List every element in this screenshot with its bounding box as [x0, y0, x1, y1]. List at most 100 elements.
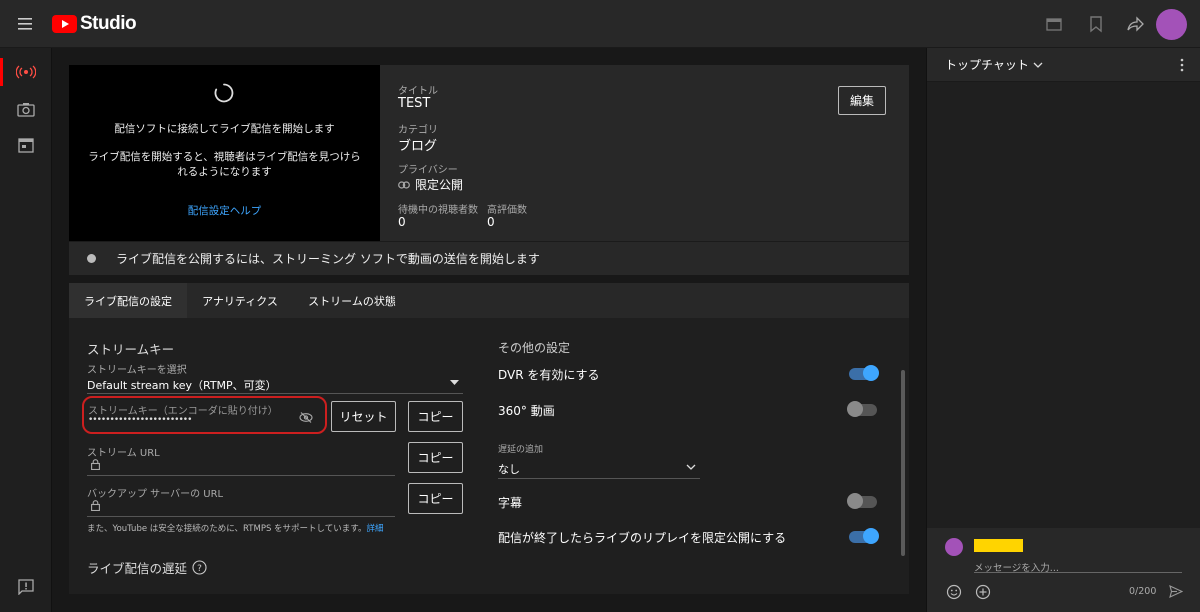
lock-icon: [91, 500, 100, 511]
chat-header: トップチャット: [927, 48, 1200, 82]
connect-text: 配信ソフトに接続してライブ配信を開始します: [114, 123, 335, 135]
lock-icon: [91, 459, 100, 470]
chat-compose: メッセージを入力... 0/200: [927, 528, 1200, 612]
stream-key-select[interactable]: Default stream key（RTMP、可変）: [87, 374, 463, 394]
divider: [87, 393, 463, 394]
tab-bar: ライブ配信の設定 アナリティクス ストリームの状態: [69, 283, 909, 318]
info-line-1: ライブ配信を開始すると、視聴者はライブ配信を見つけら: [88, 151, 361, 163]
app-name: Studio: [80, 13, 137, 34]
send-icon[interactable]: [1169, 585, 1183, 598]
stream-preview: 配信ソフトに接続してライブ配信を開始します ライブ配信を開始すると、視聴者はライ…: [69, 65, 380, 241]
stream-key-field-value: ••••••••••••••••••••••••: [88, 415, 192, 425]
status-text: ライブ配信を公開するには、ストリーミング ソフトで動画の送信を開始します: [116, 252, 540, 266]
help-icon[interactable]: ?: [192, 560, 207, 575]
replay-label: 配信が終了したらライブのリプレイを限定公開にする: [498, 531, 787, 545]
live-broadcast-icon: [16, 65, 36, 79]
chat-mode-label: トップチャット: [945, 58, 1029, 72]
toggle-knob: [847, 493, 863, 509]
delay-select[interactable]: なし: [498, 458, 700, 476]
studio-logo[interactable]: Studio: [52, 12, 137, 36]
video360-toggle[interactable]: [847, 401, 877, 417]
top-bar: Studio: [0, 0, 1200, 48]
share-icon[interactable]: [1127, 15, 1145, 33]
dvr-toggle[interactable]: [849, 365, 879, 381]
rtmps-note: また、YouTube は安全な接続のために、RTMPS をサポートしています。詳…: [87, 522, 383, 534]
captions-toggle[interactable]: [847, 493, 877, 509]
tab-label: ライブ配信の設定: [84, 294, 172, 308]
divider: [498, 478, 700, 479]
copy-backup-url-button[interactable]: コピー: [408, 483, 463, 514]
avatar[interactable]: [1156, 9, 1187, 40]
help-link[interactable]: 配信設定ヘルプ: [69, 203, 380, 218]
feedback-icon[interactable]: [18, 579, 34, 596]
backup-url-label: バックアップ サーバーの URL: [87, 489, 224, 500]
chat-input[interactable]: メッセージを入力...: [974, 556, 1182, 574]
add-icon[interactable]: [975, 584, 991, 600]
tab-label: ストリームの状態: [308, 294, 396, 308]
category-value: ブログ: [398, 139, 438, 154]
privacy-label: プライバシー: [398, 165, 458, 176]
likes-value: 0: [487, 215, 495, 229]
chat-mode-selector[interactable]: トップチャット: [945, 56, 1043, 73]
status-dot-icon: [87, 254, 96, 263]
stream-url-label: ストリーム URL: [87, 448, 160, 459]
toggle-knob: [863, 365, 879, 381]
tab-stream-health[interactable]: ストリームの状態: [293, 283, 411, 318]
scrollbar-thumb[interactable]: [901, 370, 905, 556]
title-value: TEST: [398, 96, 431, 111]
divider: [87, 516, 395, 517]
emoji-icon[interactable]: [946, 584, 962, 600]
stream-key-field[interactable]: ストリームキー（エンコーダに貼り付け） ••••••••••••••••••••…: [82, 396, 327, 434]
loading-spinner-icon: [214, 83, 234, 103]
active-indicator: [0, 58, 3, 86]
rtmps-more-link[interactable]: 詳細: [366, 524, 383, 534]
tab-analytics[interactable]: アナリティクス: [187, 283, 293, 318]
video360-label: 360° 動画: [498, 404, 555, 418]
toggle-knob: [847, 401, 863, 417]
bookmark-icon[interactable]: [1089, 15, 1103, 33]
waiting-viewers-value: 0: [398, 215, 406, 229]
edit-button[interactable]: 編集: [838, 86, 886, 115]
left-nav: [0, 48, 52, 612]
latency-title-row: ライブ配信の遅延 ?: [87, 558, 207, 577]
privacy-row: 限定公開: [398, 176, 463, 193]
replay-toggle[interactable]: [849, 528, 879, 544]
chat-avatar: [945, 538, 963, 556]
stream-key-select-value: Default stream key（RTMP、可変）: [87, 379, 277, 392]
likes-label: 高評価数: [487, 205, 527, 216]
delay-label: 遅延の追加: [498, 445, 544, 455]
link-icon: [398, 180, 410, 189]
title-label: タイトル: [398, 86, 438, 97]
chat-input-placeholder: メッセージを入力...: [974, 563, 1059, 574]
copy-stream-url-button[interactable]: コピー: [408, 442, 463, 473]
nav-live-item[interactable]: [0, 58, 52, 86]
stream-overview-card: 配信ソフトに接続してライブ配信を開始します ライブ配信を開始すると、視聴者はライ…: [69, 65, 909, 275]
redacted-username: [974, 539, 1023, 552]
dvr-label: DVR を有効にする: [498, 368, 600, 382]
visibility-off-icon[interactable]: [299, 412, 313, 423]
more-vert-icon[interactable]: [1180, 58, 1184, 72]
stream-key-title: ストリームキー: [87, 342, 175, 357]
chevron-down-icon: [686, 464, 696, 470]
tab-stream-settings[interactable]: ライブ配信の設定: [69, 283, 187, 318]
settings-panel: ストリームキー ストリームキーを選択 Default stream key（RT…: [69, 318, 909, 594]
privacy-value: 限定公開: [415, 178, 464, 192]
youtube-logo-icon: [52, 15, 77, 33]
reset-button[interactable]: リセット: [331, 401, 396, 432]
svg-text:?: ?: [197, 564, 202, 574]
calendar-icon[interactable]: [18, 136, 34, 153]
copy-stream-key-button[interactable]: コピー: [408, 401, 463, 432]
char-count: 0/200: [1129, 586, 1157, 597]
latency-title: ライブ配信の遅延: [87, 561, 188, 576]
waiting-viewers-label: 待機中の視聴者数: [398, 205, 478, 216]
menu-icon[interactable]: [17, 15, 35, 33]
clapperboard-icon[interactable]: [1046, 16, 1062, 32]
main-content: 配信ソフトに接続してライブ配信を開始します ライブ配信を開始すると、視聴者はライ…: [52, 48, 926, 612]
status-bar: ライブ配信を公開するには、ストリーミング ソフトで動画の送信を開始します: [69, 241, 909, 275]
chat-panel: トップチャット メッセージを入力... 0/200: [926, 48, 1200, 612]
camera-icon[interactable]: [17, 101, 35, 117]
captions-label: 字幕: [498, 496, 523, 510]
dropdown-arrow-icon: [450, 380, 459, 385]
category-label: カテゴリ: [398, 125, 438, 136]
tab-label: アナリティクス: [202, 294, 278, 308]
